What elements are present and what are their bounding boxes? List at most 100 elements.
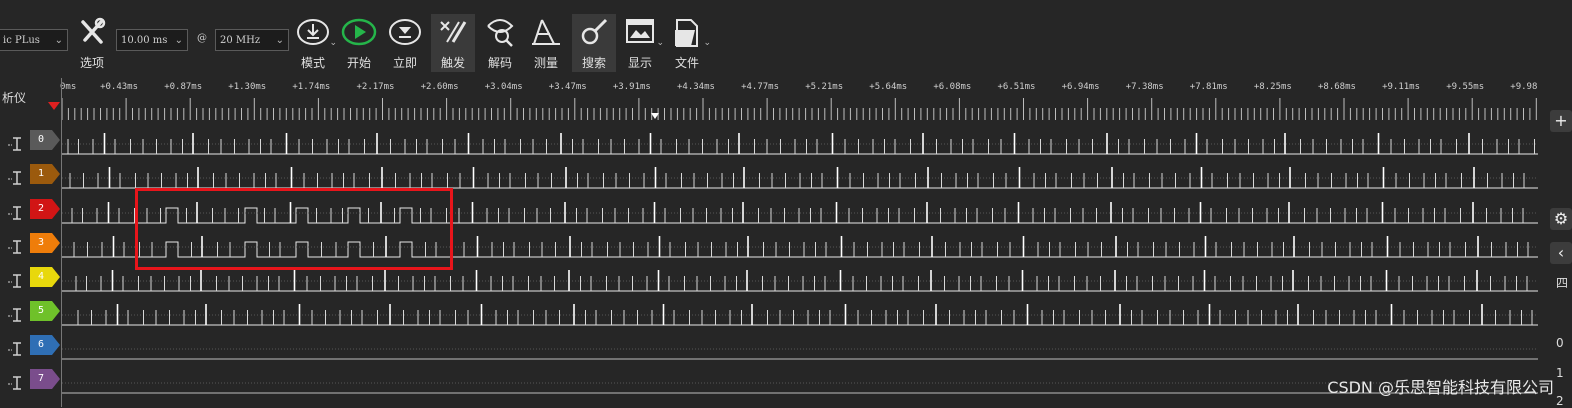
display-button[interactable]: 显示 ⌄	[618, 14, 664, 72]
ruler-tick-label: +3.04ms	[484, 82, 523, 92]
mode-label: 模式	[300, 56, 325, 70]
ruler-tick-label: +5.21ms	[805, 82, 844, 92]
protocol-side-panel: + ⚙ ‹ 四 0 1 2	[1540, 78, 1572, 408]
channel-tag-0[interactable]: 0	[30, 130, 60, 150]
highlight-annotation	[135, 188, 453, 270]
drag-handle-icon[interactable]	[8, 206, 26, 220]
ruler-tick-label: +2.17ms	[356, 82, 395, 92]
ruler-tick-label: +3.47ms	[548, 82, 587, 92]
channel-waveform	[62, 133, 1538, 155]
search-button[interactable]: 搜索	[572, 14, 616, 72]
channel-row-7[interactable]: 7	[0, 366, 1540, 400]
sample-rate-select-value: 20 MHz	[220, 35, 261, 46]
drag-handle-icon[interactable]	[8, 308, 26, 322]
channel-waveform	[62, 304, 1538, 326]
eject-circle-icon	[389, 19, 421, 45]
watermark: CSDN @乐思智能科技有限公司	[1327, 378, 1554, 397]
ruler-tick-label: +2.60ms	[420, 82, 459, 92]
protocol-row-0: 0	[1556, 336, 1564, 350]
channel-number: 4	[37, 271, 45, 282]
measure-button[interactable]: 测量	[524, 14, 568, 72]
toolbar: ic PLus ⌄ 选项 10.00 ms ⌄ @ 20 MHz ⌄ 模式 ⌄ …	[0, 0, 1572, 78]
protocol-row-1: 1	[1556, 366, 1564, 380]
ruler-tick-label: 0ms	[60, 82, 77, 92]
ruler-tick-label: +1.74ms	[292, 82, 331, 92]
duration-select[interactable]: 10.00 ms ⌄	[116, 29, 188, 51]
ruler-tick-label: +4.77ms	[741, 82, 780, 92]
channel-number: 5	[37, 305, 45, 316]
device-select[interactable]: ic PLus ⌄	[0, 29, 68, 51]
decode-icon	[487, 19, 514, 47]
drag-handle-icon[interactable]	[8, 171, 26, 185]
ruler-tick-label: +9.98	[1510, 82, 1538, 92]
channel-number: 1	[37, 168, 45, 179]
channel-row-5[interactable]: 5	[0, 298, 1540, 332]
channel-tag-6[interactable]: 6	[30, 335, 60, 355]
decode-label: 解码	[487, 56, 512, 70]
add-protocol-button[interactable]: +	[1550, 110, 1572, 132]
protocol-row-2: 2	[1556, 394, 1564, 408]
channel-number: 6	[37, 339, 45, 350]
ruler-tick-label: +9.11ms	[1382, 82, 1421, 92]
channel-tag-2[interactable]: 2	[30, 199, 60, 219]
measure-label: 测量	[533, 56, 558, 70]
ruler-tick-label: +6.94ms	[1061, 82, 1100, 92]
channel-tag-3[interactable]: 3	[30, 233, 60, 253]
chevron-down-icon: ⌄	[329, 38, 337, 48]
collapse-left-icon[interactable]: ‹	[1550, 242, 1572, 264]
trigger-label: 触发	[440, 56, 465, 70]
display-label: 显示	[627, 56, 652, 70]
start-button[interactable]: 开始	[337, 14, 381, 72]
options-button[interactable]: 选项	[70, 14, 114, 72]
search-icon	[581, 18, 608, 45]
start-label: 开始	[346, 56, 371, 70]
channel-number: 3	[37, 237, 45, 248]
device-select-value: ic PLus	[3, 35, 40, 46]
ruler-tick-label: +0.43ms	[100, 82, 139, 92]
ruler-tick-label: +4.34ms	[677, 82, 715, 92]
drag-handle-icon[interactable]	[8, 274, 26, 288]
measure-icon	[532, 19, 560, 45]
trigger-button[interactable]: 触发	[431, 14, 475, 72]
drag-handle-icon[interactable]	[8, 376, 26, 390]
ruler-tick-label: +6.51ms	[997, 82, 1036, 92]
mode-button[interactable]: 模式 ⌄	[291, 14, 337, 72]
play-circle-icon	[341, 18, 377, 46]
settings-icon[interactable]: ⚙	[1550, 208, 1572, 230]
channel-waveform	[62, 348, 1538, 360]
ruler-tick-label: +1.30ms	[228, 82, 267, 92]
ruler-tick-label: +6.08ms	[933, 82, 972, 92]
decode-button[interactable]: 解码	[478, 14, 522, 72]
chevron-down-icon: ⌄	[174, 35, 183, 46]
channel-tag-7[interactable]: 7	[30, 369, 60, 389]
ruler-tick-label: +9.55ms	[1446, 82, 1485, 92]
channel-row-0[interactable]: 0	[0, 127, 1540, 161]
at-symbol: @	[197, 33, 207, 44]
immediate-button[interactable]: 立即	[383, 14, 427, 72]
ruler-tick-label: +3.91ms	[612, 82, 651, 92]
file-icon	[675, 19, 698, 47]
drag-handle-icon[interactable]	[8, 342, 26, 356]
ruler-tick-label: +8.68ms	[1318, 82, 1356, 92]
drag-handle-icon[interactable]	[8, 240, 26, 254]
display-icon	[626, 19, 654, 43]
search-label: 搜索	[581, 56, 606, 70]
ruler-tick-label: +5.64ms	[869, 82, 908, 92]
duration-select-value: 10.00 ms	[121, 35, 168, 46]
drag-handle-icon[interactable]	[8, 137, 26, 151]
channel-tag-1[interactable]: 1	[30, 164, 60, 184]
sample-rate-select[interactable]: 20 MHz ⌄	[215, 29, 289, 51]
trigger-icon	[440, 21, 467, 43]
channel-tag-5[interactable]: 5	[30, 301, 60, 321]
protocol-label-si: 四	[1556, 276, 1569, 290]
channel-row-6[interactable]: 6	[0, 332, 1540, 366]
chevron-down-icon: ⌄	[656, 38, 664, 48]
chevron-down-icon: ⌄	[275, 35, 284, 46]
time-ruler[interactable]: 0ms +0.43ms +0.87ms +1.30ms +1.74ms +2.17ms +2…	[60, 78, 1540, 120]
file-button[interactable]: 文件 ⌄	[665, 14, 711, 72]
download-circle-icon	[297, 19, 329, 45]
ruler-tick-label: +8.25ms	[1253, 82, 1292, 92]
channel-waveform	[62, 382, 1538, 394]
file-label: 文件	[674, 56, 699, 70]
channel-tag-4[interactable]: 4	[30, 267, 60, 287]
